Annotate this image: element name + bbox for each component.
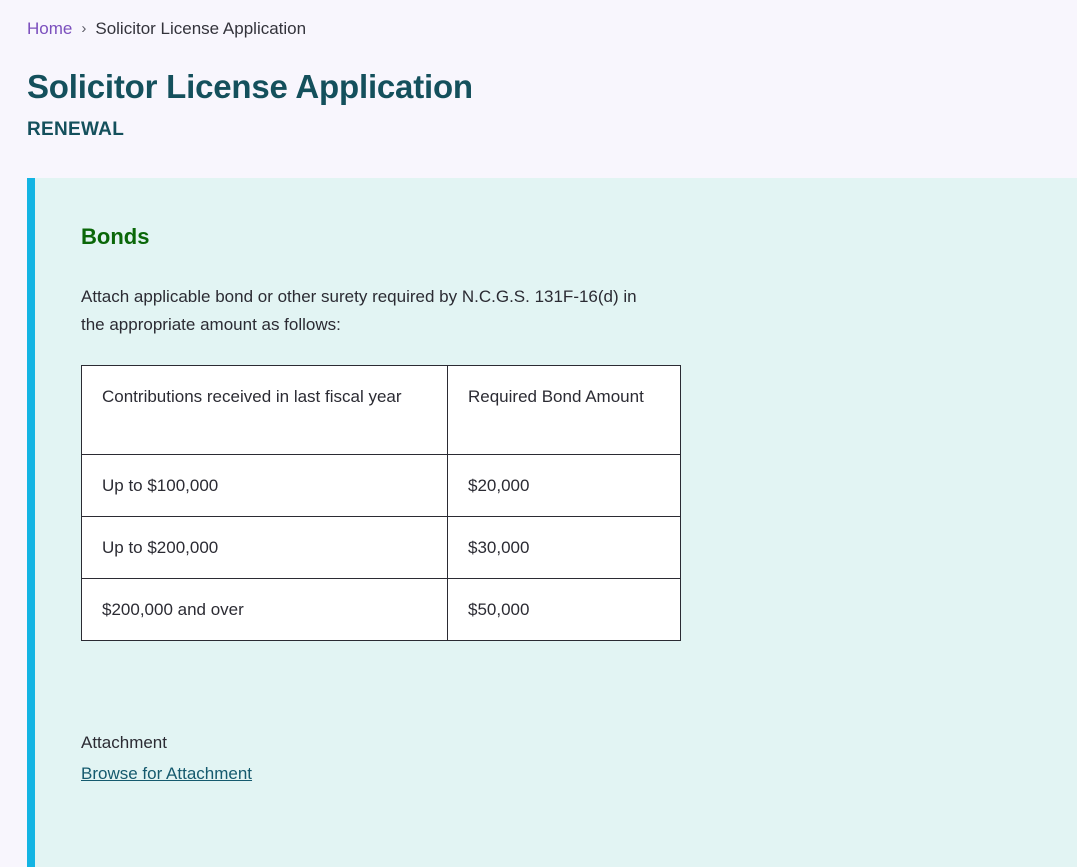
- table-cell-bond-amount: $20,000: [447, 454, 681, 517]
- table-header-row: Contributions received in last fiscal ye…: [81, 365, 681, 455]
- table-cell-bond-amount: $50,000: [447, 578, 681, 641]
- table-cell-contribution-range: Up to $100,000: [81, 454, 448, 517]
- table-cell-bond-amount: $30,000: [447, 516, 681, 579]
- table-row: Up to $200,000 $30,000: [81, 516, 681, 579]
- table-cell-contribution-range: $200,000 and over: [81, 578, 448, 641]
- page-root: Home › Solicitor License Application Sol…: [0, 0, 1077, 867]
- breadcrumb: Home › Solicitor License Application: [27, 18, 1077, 40]
- table-cell-contribution-range: Up to $200,000: [81, 516, 448, 579]
- page-header: Home › Solicitor License Application Sol…: [0, 0, 1077, 141]
- bonds-intro-text: Attach applicable bond or other surety r…: [81, 287, 637, 334]
- bond-amount-table: Contributions received in last fiscal ye…: [81, 365, 681, 641]
- chevron-right-icon: ›: [81, 20, 87, 37]
- section-title-bonds: Bonds: [81, 224, 150, 249]
- table-body: Up to $100,000 $20,000 Up to $200,000 $3…: [81, 454, 681, 641]
- list-item: A bond must be in effect during the lice…: [132, 860, 732, 867]
- breadcrumb-current: Solicitor License Application: [95, 19, 307, 38]
- table-header: Contributions received in last fiscal ye…: [81, 365, 681, 455]
- bonds-panel: Bonds Attach applicable bond or other su…: [27, 178, 1077, 867]
- bond-notes-list: A bond must be in effect during the lice…: [81, 860, 732, 867]
- attachment-block: Attachment Browse for Attachment: [81, 729, 1077, 788]
- attachment-label: Attachment: [81, 733, 167, 752]
- page-title: Solicitor License Application: [27, 68, 473, 105]
- browse-for-attachment-link[interactable]: Browse for Attachment: [81, 760, 252, 788]
- table-row: Up to $100,000 $20,000: [81, 454, 681, 517]
- bonds-panel-content: Bonds Attach applicable bond or other su…: [35, 178, 1077, 867]
- table-header-cell-required-bond: Required Bond Amount: [447, 365, 681, 455]
- table-header-cell-contributions: Contributions received in last fiscal ye…: [81, 365, 448, 455]
- table-row: $200,000 and over $50,000: [81, 578, 681, 641]
- page-subtitle: RENEWAL: [27, 119, 125, 140]
- breadcrumb-link-home[interactable]: Home: [27, 18, 72, 40]
